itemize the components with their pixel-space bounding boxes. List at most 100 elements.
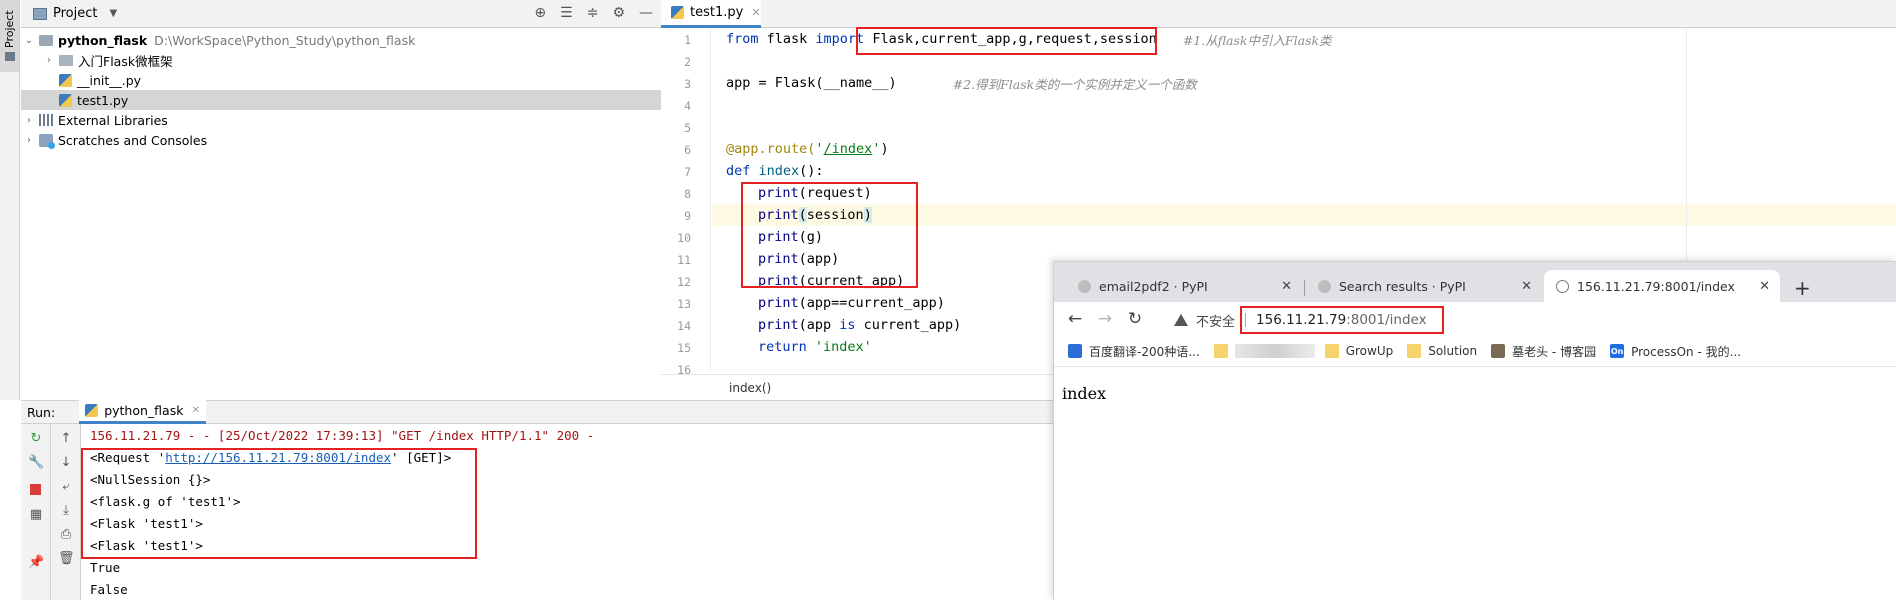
chevron-right-icon[interactable]: › — [43, 55, 55, 66]
tab-separator — [1304, 280, 1305, 296]
console-line-log: 156.11.21.79 - - [25/Oct/2022 17:39:13] … — [90, 427, 595, 443]
code-line-14: print (app is current_app) — [758, 314, 961, 336]
arrow-down-icon[interactable]: ↓ — [58, 456, 74, 470]
folder-icon — [1324, 344, 1339, 358]
highlight-box-prints — [741, 182, 918, 288]
tab-run-python-flask[interactable]: python_flask ✕ — [79, 400, 206, 424]
scroll-to-end-icon[interactable]: ⤓ — [58, 504, 74, 518]
tab-test1-py[interactable]: test1.py ✕ — [661, 0, 761, 28]
project-panel-tools: ⊕ ☰ ≑ ⚙ — — [534, 5, 653, 21]
expand-all-icon[interactable]: ☰ — [560, 5, 573, 21]
code-token: (app==current_app) — [798, 295, 945, 311]
tool-window-strip: Project — [0, 0, 20, 400]
line-number: 2 — [684, 55, 691, 69]
python-file-icon — [59, 73, 72, 87]
scratches-icon — [39, 133, 55, 149]
rerun-icon[interactable]: ↻ — [28, 432, 44, 446]
bookmark-label: ProcessOn - 我的... — [1631, 344, 1742, 359]
close-icon[interactable]: ✕ — [1759, 279, 1770, 294]
reload-icon[interactable]: ↻ — [1122, 309, 1148, 329]
line-number: 6 — [684, 143, 691, 157]
browser-tab-strip: email2pdf2 · PyPI ✕ Search results · PyP… — [1054, 262, 1896, 302]
bookmark-baidu-translate[interactable]: 百度翻译-200种语... — [1068, 343, 1200, 360]
breadcrumb-item[interactable]: index() — [729, 381, 771, 395]
line-number: 9 — [684, 209, 691, 223]
code-line-6: @app.route('/index ') — [726, 138, 889, 160]
minimize-icon[interactable]: — — [639, 5, 653, 21]
tree-item-external-libraries[interactable]: › External Libraries — [21, 110, 661, 130]
bookmark-label: 墓老头 - 博客园 — [1512, 344, 1597, 359]
line-number: 12 — [677, 275, 691, 289]
layout-icon[interactable]: ▦ — [28, 508, 44, 522]
code-builtin: print — [758, 317, 799, 333]
line-number: 4 — [684, 99, 691, 113]
browser-tab-email2pdf2[interactable]: email2pdf2 · PyPI ✕ — [1066, 270, 1302, 302]
close-icon[interactable]: ✕ — [191, 405, 199, 416]
chevron-right-icon[interactable]: › — [23, 115, 35, 126]
bookmark-redacted[interactable] — [1213, 344, 1325, 358]
browser-tab-index[interactable]: 156.11.21.79:8001/index ✕ — [1544, 270, 1780, 302]
project-tool-tab[interactable]: Project — [0, 0, 19, 72]
new-tab-plus-icon[interactable]: + — [1794, 276, 1811, 300]
tree-item-test1-py[interactable]: test1.py — [21, 90, 661, 110]
close-icon[interactable]: ✕ — [1521, 279, 1532, 294]
tree-item-intro-folder[interactable]: › 入门Flask微框架 — [21, 50, 661, 70]
bookmark-solution[interactable]: Solution — [1407, 344, 1477, 358]
tab-label: python_flask — [104, 403, 184, 418]
line-number: 10 — [677, 231, 691, 245]
tree-item-init-py[interactable]: __init__.py — [21, 70, 661, 90]
processon-favicon-icon: On — [1610, 344, 1625, 358]
browser-window: email2pdf2 · PyPI ✕ Search results · PyP… — [1053, 261, 1896, 600]
stop-icon[interactable] — [30, 484, 41, 495]
chevron-down-icon[interactable]: ▼ — [109, 8, 117, 19]
folder-icon — [59, 54, 73, 66]
code-token: return — [758, 339, 807, 355]
bookmark-processon[interactable]: On ProcessOn - 我的... — [1610, 343, 1741, 360]
project-tool-tab-label: Project — [3, 10, 16, 48]
bookmark-growup[interactable]: GrowUp — [1324, 344, 1393, 358]
browser-tab-label: Search results · PyPI — [1339, 278, 1466, 294]
trash-icon[interactable]: 🗑 — [58, 552, 75, 566]
insecure-label[interactable]: 不安全 — [1196, 311, 1235, 330]
wrench-icon[interactable]: 🔧 — [28, 456, 44, 470]
locate-icon[interactable]: ⊕ — [534, 5, 546, 21]
tab-label: test1.py — [690, 5, 744, 20]
folder-icon — [1407, 344, 1422, 358]
tree-item-python-flask[interactable]: ⌄ python_flask D:\WorkSpace\Python_Study… — [21, 30, 661, 50]
console-line-true: True — [90, 559, 121, 575]
chevron-down-icon[interactable]: ⌄ — [23, 35, 35, 46]
line-number: 11 — [677, 253, 691, 267]
pin-icon[interactable]: 📌 — [28, 556, 44, 570]
folder-icon — [39, 34, 53, 46]
forward-arrow-icon[interactable]: → — [1092, 309, 1118, 329]
soft-wrap-icon[interactable]: ⤶ — [58, 480, 74, 494]
tree-item-path: D:\WorkSpace\Python_Study\python_flask — [154, 32, 416, 48]
collapse-all-icon[interactable]: ≑ — [587, 5, 599, 21]
back-arrow-icon[interactable]: ← — [1062, 309, 1088, 329]
tree-item-scratches[interactable]: › Scratches and Consoles — [21, 130, 661, 150]
arrow-up-icon[interactable]: ↑ — [58, 432, 74, 446]
tree-item-label: External Libraries — [58, 112, 168, 128]
globe-icon — [1556, 279, 1569, 293]
code-line-15: return 'index' — [758, 336, 872, 358]
run-toolbar-primary: ↻ 🔧 ▦ 📌 — [21, 424, 51, 600]
code-token: is — [839, 317, 856, 333]
tree-item-label: 入门Flask微框架 — [78, 53, 173, 69]
tree-item-label: test1.py — [77, 92, 129, 108]
bookmark-label: Solution — [1428, 344, 1478, 358]
chevron-right-icon[interactable]: › — [23, 135, 35, 146]
python-file-icon — [671, 6, 684, 19]
bookmark-cnblogs[interactable]: 墓老头 - 博客园 — [1491, 343, 1596, 360]
code-comment: #1.从flask中引入Flask类 — [1182, 32, 1332, 48]
browser-tab-search-results[interactable]: Search results · PyPI ✕ — [1306, 270, 1542, 302]
bookmark-label: 百度翻译-200种语... — [1089, 344, 1200, 359]
code-token: app = Flask(__name__) — [726, 75, 897, 91]
line-number: 14 — [677, 319, 691, 333]
close-icon[interactable]: ✕ — [1281, 279, 1292, 294]
print-icon[interactable]: ⎙ — [58, 528, 74, 542]
code-token: from — [726, 31, 759, 47]
gear-icon[interactable]: ⚙ — [612, 5, 625, 21]
code-token: ' — [815, 141, 824, 157]
project-panel-title[interactable]: Project — [53, 6, 97, 21]
close-icon[interactable]: ✕ — [751, 6, 760, 19]
